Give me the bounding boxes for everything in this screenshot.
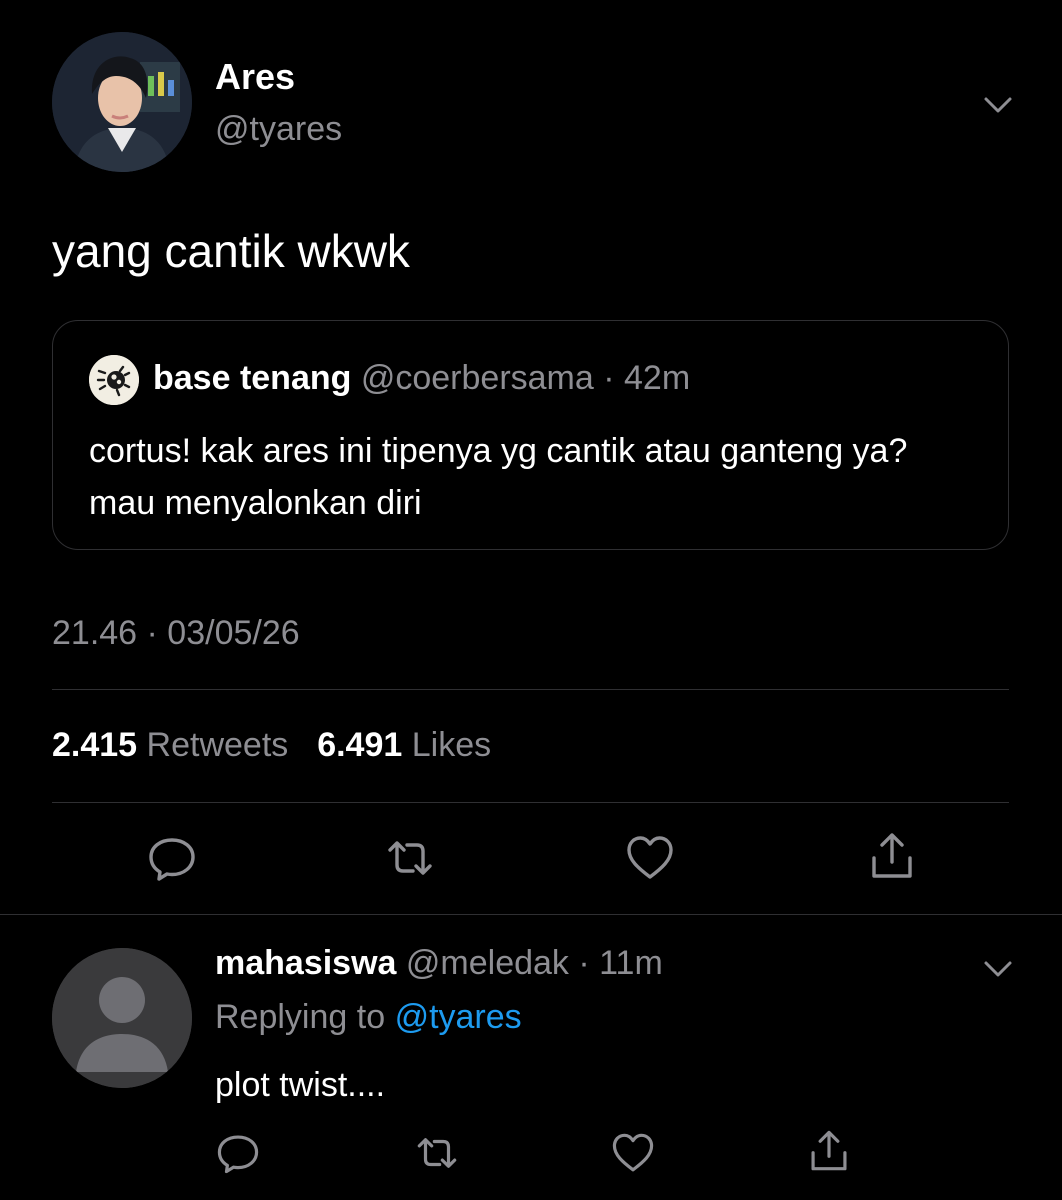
reply-header: mahasiswa @meledak · 11m — [215, 944, 663, 983]
quoted-text: cortus! kak ares ini tipenya yg cantik a… — [89, 432, 908, 522]
retweets-label[interactable]: Retweets — [147, 726, 289, 764]
divider — [52, 689, 1009, 690]
reply-text: plot twist.... — [215, 1066, 386, 1104]
quoted-header: base tenang @coerbersama · 42m — [153, 359, 690, 398]
tweet-text: yang cantik wkwk — [52, 225, 410, 277]
author-name[interactable]: Ares — [215, 56, 295, 98]
heart-icon[interactable] — [610, 1130, 656, 1176]
replying-handle-link[interactable]: @tyares — [395, 998, 522, 1036]
quoted-avatar — [89, 355, 139, 405]
quoted-author-name[interactable]: base tenang — [153, 359, 351, 397]
retweets-count[interactable]: 2.415 — [52, 726, 137, 764]
retweet-icon[interactable] — [384, 832, 436, 884]
reply-bubble-icon[interactable] — [146, 832, 198, 884]
likes-label[interactable]: Likes — [412, 726, 491, 764]
divider — [52, 802, 1009, 803]
tweet-stats: 2.415 Retweets 6.491 Likes — [52, 726, 491, 765]
chevron-down-icon[interactable] — [978, 84, 1018, 124]
separator-dot: · — [593, 359, 624, 397]
reply-avatar[interactable] — [52, 948, 192, 1088]
chevron-down-icon[interactable] — [978, 948, 1018, 988]
reply-time: 11m — [599, 944, 663, 982]
quoted-time: 42m — [624, 359, 691, 397]
heart-icon[interactable] — [624, 832, 676, 884]
replying-prefix: Replying to — [215, 998, 386, 1036]
reply-author-handle[interactable]: @meledak — [406, 944, 569, 982]
share-icon[interactable] — [806, 1128, 852, 1174]
share-icon[interactable] — [866, 830, 918, 882]
quoted-author-handle[interactable]: @coerbersama — [361, 359, 594, 397]
tweet-timestamp: 21.46 · 03/05/26 — [52, 614, 300, 652]
replying-to: Replying to @tyares — [215, 998, 522, 1037]
author-handle[interactable]: @tyares — [215, 110, 342, 149]
section-divider — [0, 914, 1062, 915]
reply-author-name[interactable]: mahasiswa — [215, 944, 396, 982]
likes-count[interactable]: 6.491 — [317, 726, 402, 764]
separator-dot: · — [568, 944, 600, 982]
retweet-icon[interactable] — [414, 1130, 460, 1176]
author-avatar[interactable] — [52, 32, 192, 172]
quoted-tweet-card[interactable]: base tenang @coerbersama · 42m cortus! k… — [52, 320, 1009, 550]
reply-bubble-icon[interactable] — [215, 1130, 261, 1176]
